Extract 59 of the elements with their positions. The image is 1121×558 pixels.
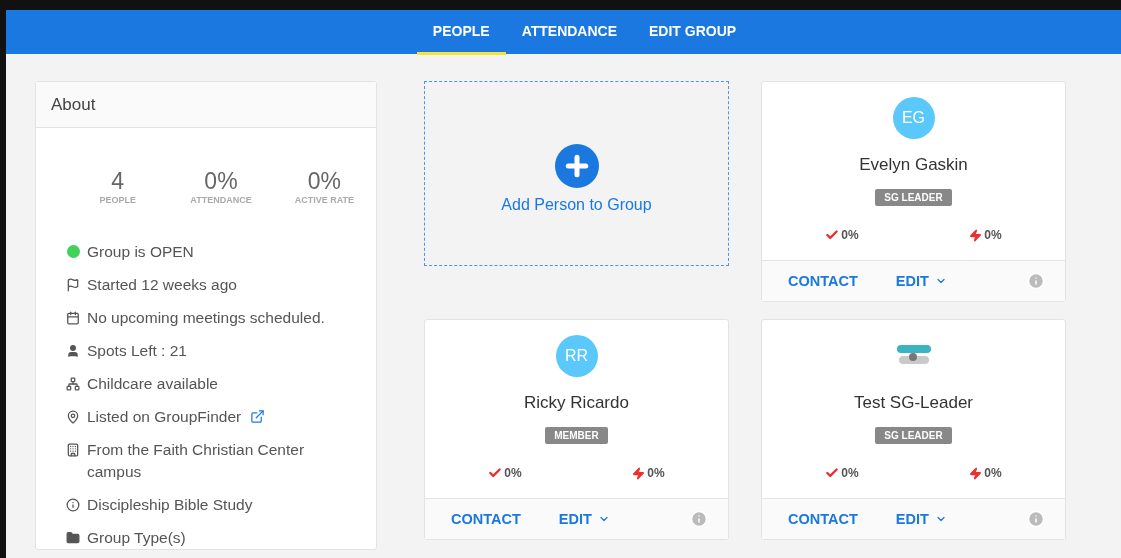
avatar: EG: [892, 97, 935, 139]
detail-text: Spots Left : 21: [87, 341, 187, 361]
nav-tab[interactable]: ATTENDANCE: [505, 10, 634, 55]
detail-text: Group Type(s): [87, 528, 186, 548]
stat-label: ATTENDANCE: [190, 195, 252, 205]
activity-value: 0%: [647, 466, 665, 480]
detail-text: Listed on GroupFinder: [87, 407, 242, 427]
detail-text: Discipleship Bible Study: [87, 495, 253, 515]
role-badge: SG LEADER: [875, 189, 952, 206]
person-name: Evelyn Gaskin: [859, 155, 968, 175]
detail-text: Childcare available: [87, 374, 218, 394]
action-link[interactable]: EDIT: [895, 511, 947, 527]
detail-text: Started 12 weeks ago: [87, 275, 237, 295]
nav-tab[interactable]: EDIT GROUP: [633, 10, 753, 55]
action-link[interactable]: EDIT: [558, 511, 610, 527]
role-badge: SG LEADER: [875, 427, 952, 444]
stat-value: 4: [111, 170, 125, 192]
map-pin-icon: [66, 410, 80, 424]
check-icon: [825, 466, 840, 480]
flag-icon: [66, 278, 80, 292]
add-person-label: Add Person to Group: [501, 195, 652, 214]
action-link[interactable]: CONTACT: [788, 511, 858, 527]
calendar-icon: [66, 311, 80, 325]
avatar: RR: [555, 335, 598, 377]
check-icon: [488, 466, 503, 480]
bolt-icon: [969, 466, 983, 480]
panel-title: About: [36, 82, 376, 128]
stat-value: 0%: [204, 170, 238, 192]
info-icon: [66, 498, 80, 512]
info-icon[interactable]: [1027, 272, 1045, 290]
check-icon: [825, 228, 840, 242]
bolt-icon: [632, 466, 646, 480]
activity-value: 0%: [984, 466, 1002, 480]
folder-icon: [66, 531, 80, 545]
person-name: Test SG-Leader: [853, 393, 974, 413]
attendance-value: 0%: [841, 228, 859, 242]
detail-text: Group is OPEN: [87, 242, 194, 262]
detail-text: No upcoming meetings scheduled.: [87, 308, 325, 328]
building-icon: [66, 443, 80, 457]
role-badge: MEMBER: [545, 427, 608, 444]
detail-text: From the Faith Christian Center campus: [87, 440, 306, 482]
action-link[interactable]: EDIT: [895, 273, 947, 289]
activity-value: 0%: [984, 228, 1002, 242]
info-icon[interactable]: [690, 510, 708, 528]
user-icon: [66, 344, 80, 358]
nav-tab[interactable]: PEOPLE: [416, 10, 506, 55]
attendance-value: 0%: [504, 466, 522, 480]
person-name: Ricky Ricardo: [524, 393, 629, 413]
add-person-card[interactable]: Add Person to Group: [424, 81, 729, 266]
bolt-icon: [969, 228, 983, 242]
network-icon: [66, 377, 80, 391]
action-link[interactable]: CONTACT: [788, 273, 858, 289]
stat-label: PEOPLE: [99, 195, 136, 205]
external-link-icon[interactable]: [250, 409, 266, 424]
action-link[interactable]: CONTACT: [451, 511, 521, 527]
attendance-value: 0%: [841, 466, 859, 480]
stat-value: 0%: [307, 170, 341, 192]
info-icon[interactable]: [1027, 510, 1045, 528]
stat-label: ACTIVE RATE: [294, 195, 354, 205]
